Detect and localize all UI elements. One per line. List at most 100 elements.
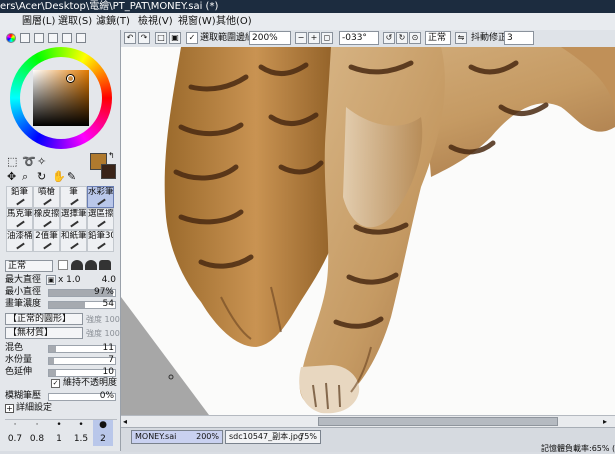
stabilizer-select[interactable]: 3: [504, 31, 534, 45]
document-tab-bar: MONEY.sai 200% sdc10547_副本.jpg 75% 記憶體負載…: [121, 427, 615, 453]
blur-pressure-value: 0%: [99, 391, 114, 401]
move-icon[interactable]: ✥: [7, 170, 16, 183]
preset-size[interactable]: · 0.8: [27, 420, 47, 446]
secondary-color-swatch[interactable]: [101, 164, 116, 179]
water-value: 7: [108, 355, 114, 365]
menu-window[interactable]: 視窗(W): [178, 13, 216, 30]
blur-pressure-label: 模糊筆壓: [5, 391, 42, 401]
blend-mode-select[interactable]: 正常: [425, 31, 451, 45]
zoom-reset-icon[interactable]: ◻: [321, 32, 333, 44]
tool-washi-pen[interactable]: 和紙筆: [60, 230, 87, 252]
doc-tab-zoom: 200%: [196, 432, 219, 441]
brush-shape-strength: 強度 100: [86, 315, 120, 324]
density-label: 畫筆濃度: [5, 299, 42, 309]
invert-selection-icon[interactable]: ▣: [169, 32, 181, 44]
rotate-reset-icon[interactable]: ⊙: [409, 32, 421, 44]
blend-label: 混色: [5, 343, 24, 353]
detail-settings-label[interactable]: 詳細設定: [16, 403, 52, 414]
lock-size-icon[interactable]: ▣: [46, 275, 56, 285]
flip-icon[interactable]: ⇋: [455, 32, 467, 44]
zoom-tool-icon[interactable]: ⌕: [22, 170, 28, 184]
menu-select[interactable]: 選取(S): [58, 13, 92, 30]
hand-tool-icon[interactable]: ✋: [52, 170, 66, 183]
swap-colors-icon[interactable]: ↰: [108, 151, 115, 160]
tool-binary-pen[interactable]: 2值筆: [33, 230, 60, 252]
stabilizer-label: 抖動修正: [471, 33, 508, 43]
tool-grid: 鉛筆 噴槍 筆 水彩筆 馬克筆 橡皮擦 選擇筆 選區擦 油漆桶 2值筆 和紙筆 …: [6, 186, 116, 252]
tool-watercolor[interactable]: 水彩筆: [87, 186, 114, 208]
tool-pen[interactable]: 筆: [60, 186, 87, 208]
keep-opacity-checkbox[interactable]: ✓: [51, 379, 60, 388]
menu-filter[interactable]: 濾鏡(T): [96, 13, 130, 30]
tool-pencil-30[interactable]: 鉛筆30: [87, 230, 114, 252]
window-title: ers\Acer\Desktop\電繪\PT_PAT\MONEY.sai (*): [0, 1, 219, 12]
mixer-mode-icon[interactable]: [62, 33, 72, 43]
undo-icon[interactable]: ↶: [124, 32, 136, 44]
shape-flat-icon[interactable]: [99, 260, 111, 270]
lasso-icon[interactable]: ➰: [22, 155, 36, 168]
rotation-field[interactable]: -033°: [339, 31, 379, 45]
brush-shape-select[interactable]: 【正常的圓形】: [5, 313, 83, 325]
tool-select-pen[interactable]: 選擇筆: [60, 208, 87, 230]
preset-size[interactable]: • 1.5: [71, 420, 91, 446]
max-diameter-multiplier[interactable]: x 1.0: [58, 275, 81, 286]
shape-soft-icon[interactable]: [85, 260, 97, 270]
tool-bucket[interactable]: 油漆桶: [6, 230, 33, 252]
tool-panel: ⬚ ➰ ✧ ✥ ⌕ ↻ ✋ ✎ ↰ 鉛筆 噴槍 筆 水彩筆 馬克筆 橡皮擦 選擇…: [0, 30, 121, 451]
doc-tab-money[interactable]: MONEY.sai 200%: [131, 430, 223, 444]
tool-eraser[interactable]: 橡皮擦: [33, 208, 60, 230]
keep-opacity-label: 維持不透明度: [63, 378, 118, 388]
color-wheel-mode-icon[interactable]: [6, 33, 16, 43]
hsv-slider-mode-icon[interactable]: [34, 33, 44, 43]
zoom-in-icon[interactable]: +: [308, 32, 320, 44]
doc-tab-zoom: 75%: [299, 432, 317, 441]
selection-edge-label: 選取範圍邊緣: [200, 33, 255, 43]
magic-wand-icon[interactable]: ✧: [37, 155, 46, 168]
tool-airbrush[interactable]: 噴槍: [33, 186, 60, 208]
preset-sizes: · 0.7 · 0.8 • 1 • 1.5 ● 2: [5, 419, 117, 448]
rotate-tool-icon[interactable]: ↻: [37, 170, 46, 183]
rgb-slider-mode-icon[interactable]: [20, 33, 30, 43]
marquee-icon[interactable]: ⬚: [7, 155, 17, 168]
water-label: 水份量: [5, 355, 33, 365]
drawing-canvas[interactable]: [121, 47, 615, 415]
preset-size-selected[interactable]: ● 2: [93, 420, 113, 446]
scrollbar-thumb[interactable]: [318, 417, 558, 426]
max-diameter-value[interactable]: 4.0: [90, 275, 116, 286]
shape-hard-icon[interactable]: [58, 260, 68, 270]
redo-icon[interactable]: ↷: [138, 32, 150, 44]
deselect-icon[interactable]: □: [155, 32, 167, 44]
expand-detail-icon[interactable]: +: [5, 404, 14, 413]
brush-texture-select[interactable]: 【無材質】: [5, 327, 83, 339]
doc-tab-name: MONEY.sai: [135, 432, 177, 441]
eyedropper-icon[interactable]: ✎: [67, 170, 76, 183]
zoom-field[interactable]: 200%: [249, 31, 291, 45]
zoom-out-icon[interactable]: −: [295, 32, 307, 44]
preset-size[interactable]: · 0.7: [5, 420, 25, 446]
rotate-left-icon[interactable]: ↺: [383, 32, 395, 44]
tool-select-eraser[interactable]: 選區擦: [87, 208, 114, 230]
doc-tab-name: sdc10547_副本.jpg: [229, 432, 304, 441]
saturation-value-square[interactable]: [33, 70, 89, 126]
color-extend-value: 10: [102, 367, 114, 377]
scratchpad-mode-icon[interactable]: [76, 33, 86, 43]
brush-texture-strength: 強度 100: [86, 329, 120, 338]
tool-marker[interactable]: 馬克筆: [6, 208, 33, 230]
shape-round-icon[interactable]: [71, 260, 83, 270]
swatch-mode-icon[interactable]: [48, 33, 58, 43]
selection-edge-checkbox[interactable]: ✓: [186, 32, 198, 44]
menu-other[interactable]: 其他(O): [216, 13, 252, 30]
tool-pencil[interactable]: 鉛筆: [6, 186, 33, 208]
color-wheel[interactable]: [10, 47, 112, 149]
doc-tab-reference[interactable]: sdc10547_副本.jpg 75%: [225, 430, 321, 444]
scroll-right-icon[interactable]: ▸: [603, 417, 612, 426]
color-picker-cursor[interactable]: [67, 75, 74, 82]
brush-blend-select[interactable]: 正常: [5, 260, 53, 272]
density-value: 54: [102, 299, 114, 309]
menu-layer[interactable]: 圖層(L): [22, 13, 55, 30]
rotate-right-icon[interactable]: ↻: [396, 32, 408, 44]
menu-view[interactable]: 檢視(V): [138, 13, 173, 30]
status-memory: 記憶體負載率:65% (記: [541, 444, 615, 453]
scroll-left-icon[interactable]: ◂: [123, 417, 132, 426]
preset-size[interactable]: • 1: [49, 420, 69, 446]
